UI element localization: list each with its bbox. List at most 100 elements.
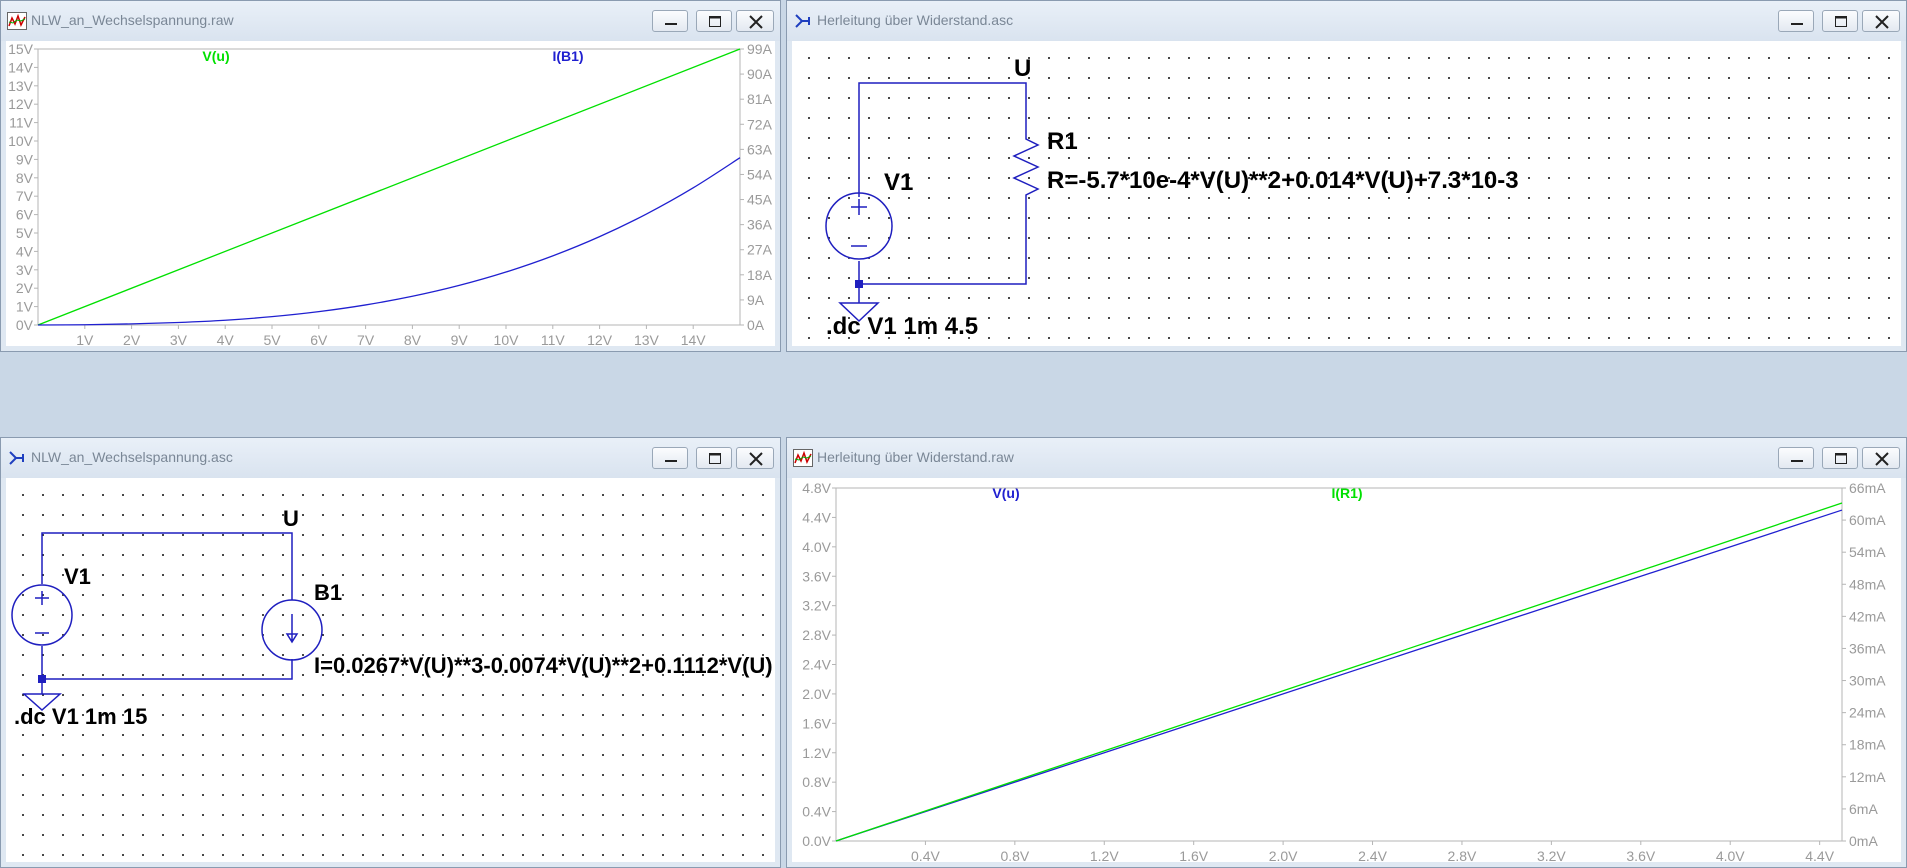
resistor-r1[interactable]	[1012, 126, 1040, 201]
y-right-tick-label: 30mA	[1849, 673, 1886, 689]
x-tick-label: 2V	[123, 332, 141, 346]
plot-pane[interactable]: V(u) I(B1) 0V 1V 2V 3V 4V 5V 6V 7V 8V 9V 10V 11V 12V…	[6, 41, 775, 346]
minimize-button[interactable]	[652, 447, 688, 469]
component-label-r1[interactable]: R1	[1047, 128, 1078, 156]
window-raw-widerstand[interactable]: Herleitung über Widerstand.raw V(u) I(R1…	[786, 437, 1907, 868]
trace-i-b1[interactable]	[37, 157, 741, 326]
y-left-tick-label: 3.2V	[802, 598, 831, 614]
trace-v-u[interactable]	[835, 509, 1843, 842]
minimize-button[interactable]	[1778, 10, 1814, 32]
plot-pane[interactable]: V(u) I(R1) 0.0V 0.4V 0.8V 1.2V 1.6V 2.0V 2.4V 2…	[792, 478, 1901, 862]
dc-directive[interactable]: .dc V1 1m 4.5	[826, 313, 978, 341]
minimize-button[interactable]	[652, 10, 688, 32]
y-left-tick-label: 13V	[8, 78, 34, 94]
plot-nlw[interactable]: V(u) I(B1) 0V 1V 2V 3V 4V 5V 6V 7V 8V 9V 10V 11V 12V…	[6, 41, 775, 346]
x-tick-label: 10V	[494, 332, 520, 346]
trace-label-voltage[interactable]: V(u)	[992, 485, 1019, 501]
y-right-tick-label: 0A	[747, 317, 765, 333]
close-icon	[1875, 452, 1889, 466]
close-button[interactable]	[1862, 447, 1900, 469]
current-source-b1[interactable]	[261, 599, 323, 661]
x-tick-label: 12V	[587, 332, 613, 346]
y-right-tick-label: 60mA	[1849, 512, 1886, 528]
wire[interactable]	[41, 646, 293, 680]
maximize-button[interactable]	[696, 447, 732, 469]
y-left-tick-label: 8V	[16, 170, 34, 186]
titlebar[interactable]: NLW_an_Wechselspannung.asc	[1, 438, 780, 478]
y-left-tick-label: 4.4V	[802, 509, 831, 525]
titlebar[interactable]: NLW_an_Wechselspannung.raw	[1, 1, 780, 41]
minimize-icon	[1791, 23, 1803, 25]
y-right-tick-label: 12mA	[1849, 769, 1886, 785]
maximize-button[interactable]	[696, 10, 732, 32]
y-left-tick-label: 14V	[8, 59, 34, 75]
close-button[interactable]	[736, 447, 774, 469]
y-left-tick-label: 2V	[16, 280, 34, 296]
component-label-b1[interactable]: B1	[314, 580, 342, 606]
titlebar[interactable]: Herleitung über Widerstand.raw	[787, 438, 1906, 478]
y-right-tick-label: 42mA	[1849, 608, 1886, 624]
restore-icon	[709, 453, 721, 464]
window-title: NLW_an_Wechselspannung.raw	[31, 12, 234, 28]
component-label-v1[interactable]: V1	[64, 564, 91, 590]
waveform-icon	[793, 449, 813, 467]
window-title: Herleitung über Widerstand.raw	[817, 449, 1014, 465]
y-right-tick-label: 90A	[747, 66, 773, 82]
trace-v-u[interactable]	[37, 48, 741, 326]
wire[interactable]	[858, 201, 1027, 285]
trace-i-r1[interactable]	[835, 502, 1843, 842]
restore-icon	[709, 16, 721, 27]
plot-widerstand[interactable]: V(u) I(R1) 0.0V 0.4V 0.8V 1.2V 1.6V 2.0V 2.4V 2…	[792, 478, 1901, 862]
y-right-tick-label: 54mA	[1849, 544, 1886, 560]
schematic-canvas[interactable]: U V1 R1 R=-5.7*10e-4*V(U)**2+0.014*V(U)+…	[792, 41, 1901, 346]
window-title: NLW_an_Wechselspannung.asc	[31, 449, 233, 465]
x-tick-label: 3V	[170, 332, 188, 346]
component-label-v1[interactable]: V1	[884, 169, 913, 197]
y-right-tick-label: 6mA	[1849, 801, 1878, 817]
x-tick-label: 9V	[451, 332, 469, 346]
trace-label-current[interactable]: I(R1)	[1331, 485, 1362, 501]
x-tick-label: 7V	[357, 332, 375, 346]
y-left-tick-label: 0.0V	[802, 833, 831, 849]
close-button[interactable]	[736, 10, 774, 32]
y-right-tick-label: 18A	[747, 267, 773, 283]
voltage-source-v1[interactable]	[11, 584, 73, 646]
resistor-value-expression[interactable]: R=-5.7*10e-4*V(U)**2+0.014*V(U)+7.3*10-3	[1047, 167, 1519, 195]
y-right-tick-label: 0mA	[1849, 833, 1878, 849]
y-left-tick-label: 1.6V	[802, 715, 831, 731]
y-right-tick-label: 36mA	[1849, 640, 1886, 656]
close-button[interactable]	[1862, 10, 1900, 32]
window-asc-widerstand[interactable]: Herleitung über Widerstand.asc U V1 R1 R…	[786, 0, 1907, 352]
bsource-value-expression[interactable]: I=0.0267*V(U)**3-0.0074*V(U)**2+0.1112*V…	[314, 653, 773, 679]
y-left-tick-label: 10V	[8, 133, 34, 149]
schematic-icon	[9, 451, 24, 465]
x-tick-label: 1.6V	[1179, 848, 1208, 862]
voltage-source-v1[interactable]	[825, 192, 893, 260]
trace-label-voltage[interactable]: V(u)	[202, 48, 229, 64]
y-right-tick-label: 36A	[747, 217, 773, 233]
window-raw-nlw[interactable]: NLW_an_Wechselspannung.raw V(u) I(B1) 0V…	[0, 0, 781, 352]
y-left-tick-label: 4.8V	[802, 480, 831, 496]
schematic-canvas[interactable]: U V1 B1 I=0.0267*V(U)**3-0.0074*V(U)**2+…	[6, 478, 775, 862]
x-tick-label: 2.8V	[1448, 848, 1477, 862]
net-label-u[interactable]: U	[283, 506, 299, 532]
restore-icon	[1835, 453, 1847, 464]
y-left-tick-label: 2.4V	[802, 657, 831, 673]
schematic-icon	[795, 14, 810, 28]
window-asc-nlw[interactable]: NLW_an_Wechselspannung.asc U V1 B1 I=0.0…	[0, 437, 781, 868]
maximize-button[interactable]	[1822, 447, 1858, 469]
x-tick-label: 1.2V	[1090, 848, 1119, 862]
trace-label-current[interactable]: I(B1)	[552, 48, 583, 64]
titlebar[interactable]: Herleitung über Widerstand.asc	[787, 1, 1906, 41]
y-left-tick-label: 15V	[8, 41, 34, 57]
x-tick-label: 2.0V	[1269, 848, 1298, 862]
y-left-tick-label: 7V	[16, 188, 34, 204]
y-right-tick-label: 99A	[747, 41, 773, 57]
y-right-tick-label: 81A	[747, 91, 773, 107]
maximize-button[interactable]	[1822, 10, 1858, 32]
y-left-tick-label: 1.2V	[802, 745, 831, 761]
minimize-button[interactable]	[1778, 447, 1814, 469]
dc-directive[interactable]: .dc V1 1m 15	[14, 704, 147, 730]
y-right-tick-label: 48mA	[1849, 576, 1886, 592]
net-label-u[interactable]: U	[1014, 55, 1031, 83]
